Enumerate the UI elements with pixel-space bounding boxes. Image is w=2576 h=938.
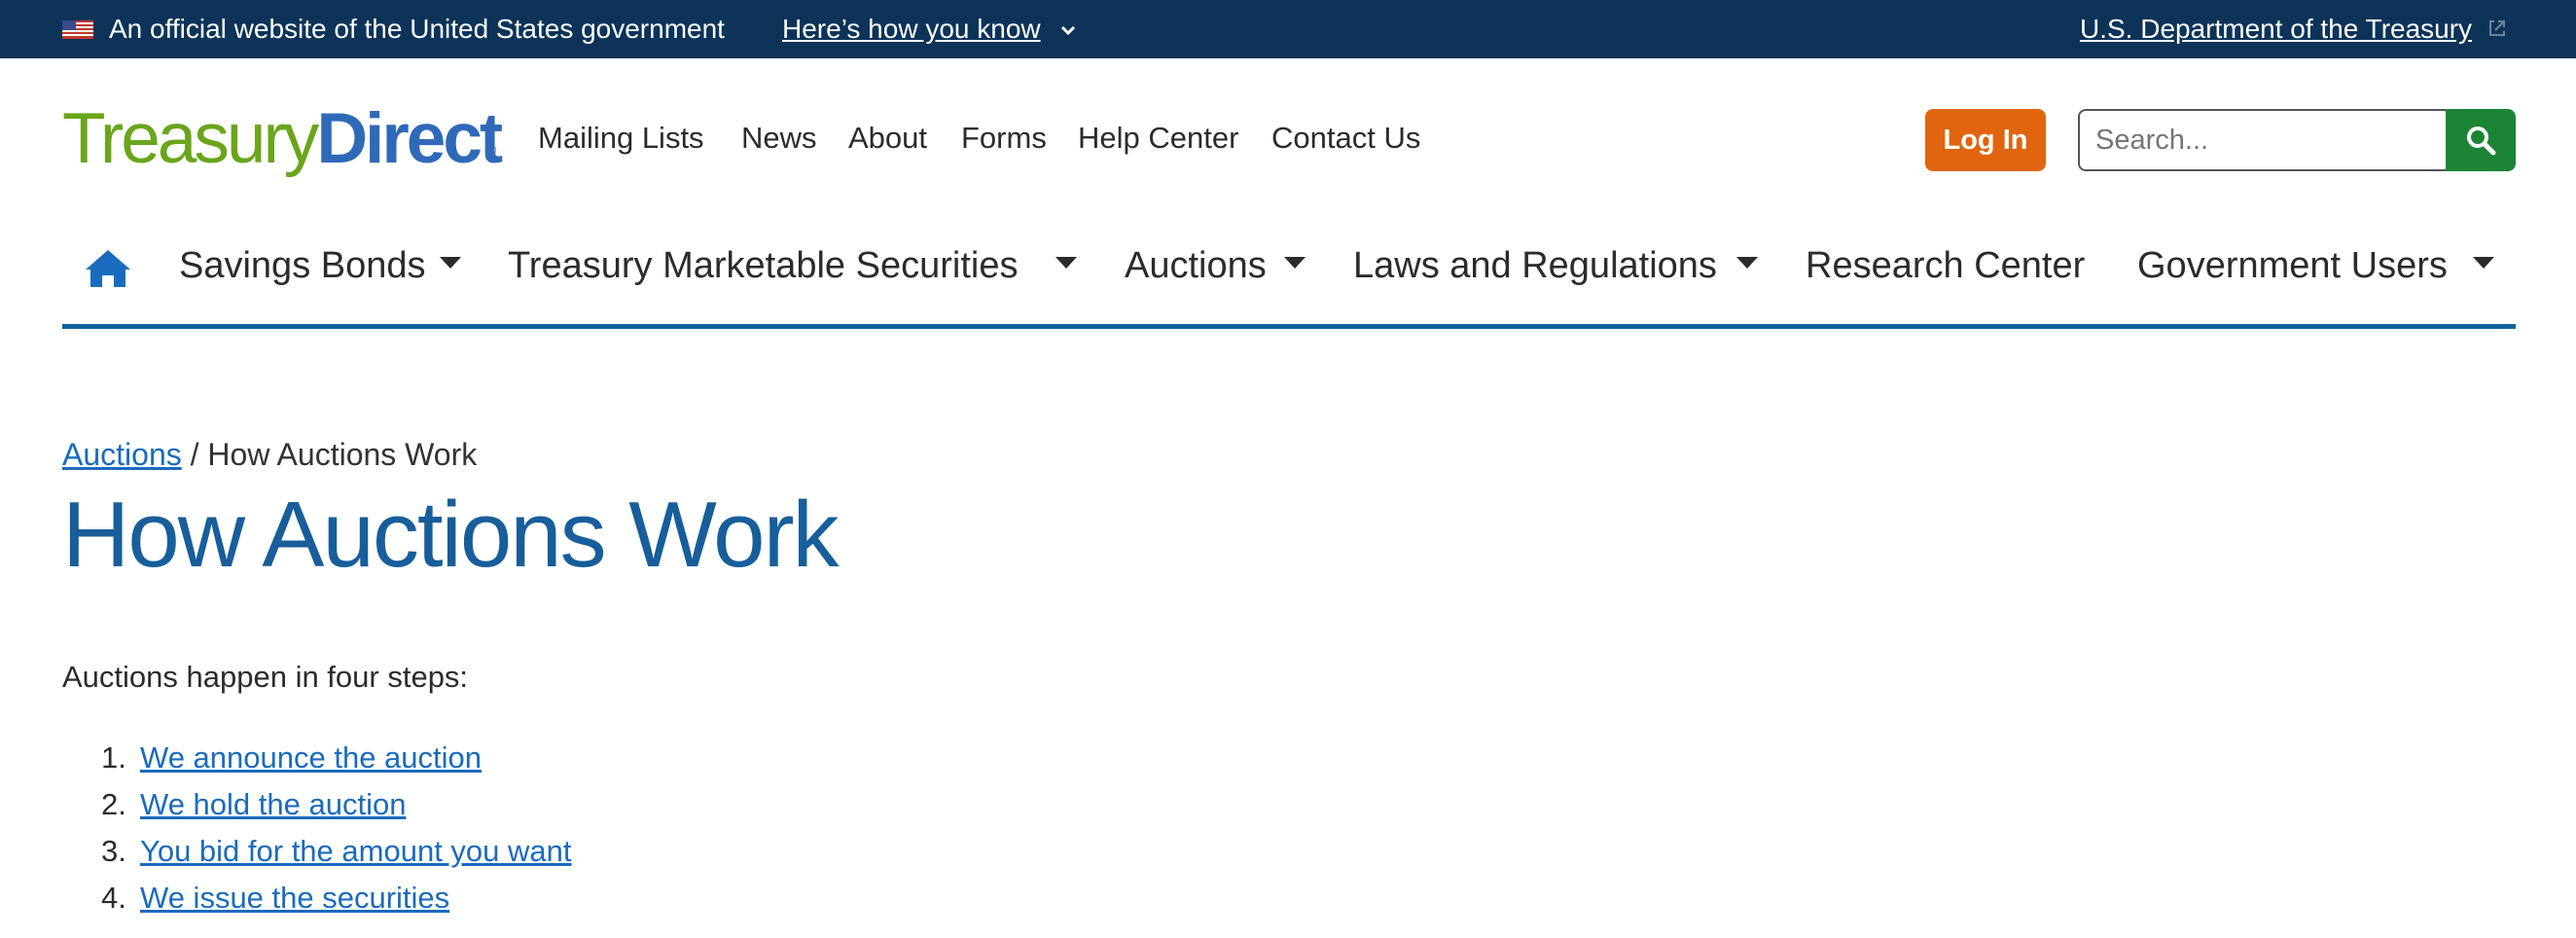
treasury-department-link[interactable]: U.S. Department of the Treasury [2080,14,2472,45]
step-link-bid[interactable]: You bid for the amount you want [140,834,572,868]
external-link-icon [2489,20,2505,36]
step-number: 2. [101,787,126,821]
list-item: 3. You bid for the amount you want [101,833,572,880]
home-icon[interactable] [84,248,132,289]
nav-marketable-securities[interactable]: Treasury Marketable Securities [508,243,1018,288]
nav-savings-bonds[interactable]: Savings Bonds [179,243,426,288]
chevron-down-icon[interactable] [1059,21,1077,39]
search-button[interactable] [2446,109,2516,171]
logo-direct: Direct [316,99,503,178]
us-flag-icon [62,20,93,39]
treasurydirect-logo[interactable]: TreasuryDirect ® [62,97,503,181]
util-about[interactable]: About [848,121,927,156]
step-number: 1. [101,740,126,775]
step-link-hold[interactable]: We hold the auction [140,787,406,821]
caret-down-icon[interactable] [440,257,461,269]
nav-laws-regulations[interactable]: Laws and Regulations [1353,243,1717,288]
nav-research-center[interactable]: Research Center [1806,243,2085,288]
caret-down-icon[interactable] [2473,257,2494,269]
step-number: 3. [101,834,126,868]
intro-text: Auctions happen in four steps: [62,660,469,694]
nav-divider [62,324,2516,329]
steps-list: 1. We announce the auction 2. We hold the … [101,740,572,926]
logo-treasury: Treasury [62,99,319,178]
breadcrumb-separator: / [181,437,208,472]
nav-auctions[interactable]: Auctions [1125,243,1267,288]
list-item: 4. We issue the securities [101,880,572,926]
util-news[interactable]: News [741,121,817,156]
logo-registered-mark: ® [486,142,497,158]
step-link-announce[interactable]: We announce the auction [140,740,482,775]
step-link-issue[interactable]: We issue the securities [140,881,449,915]
breadcrumb: Auctions / How Auctions Work [62,436,477,473]
login-button[interactable]: Log In [1925,109,2046,171]
search-input[interactable] [2078,109,2448,171]
caret-down-icon[interactable] [1284,257,1306,269]
step-number: 4. [101,881,126,915]
page-title: How Auctions Work [62,483,840,587]
caret-down-icon[interactable] [1055,257,1077,269]
how-you-know-link[interactable]: Here’s how you know [782,14,1041,45]
util-forms[interactable]: Forms [961,121,1047,156]
gov-banner: An official website of the United States… [0,0,2576,58]
breadcrumb-auctions-link[interactable]: Auctions [62,437,182,472]
list-item: 1. We announce the auction [101,740,572,786]
breadcrumb-current: How Auctions Work [207,437,478,472]
util-help-center[interactable]: Help Center [1078,121,1238,156]
nav-government-users[interactable]: Government Users [2137,243,2448,288]
search-icon [2467,126,2496,156]
util-contact-us[interactable]: Contact Us [1271,121,1420,156]
list-item: 2. We hold the auction [101,786,572,833]
caret-down-icon[interactable] [1736,257,1758,269]
util-mailing-lists[interactable]: Mailing Lists [538,121,704,156]
official-website-text: An official website of the United States… [109,14,725,44]
